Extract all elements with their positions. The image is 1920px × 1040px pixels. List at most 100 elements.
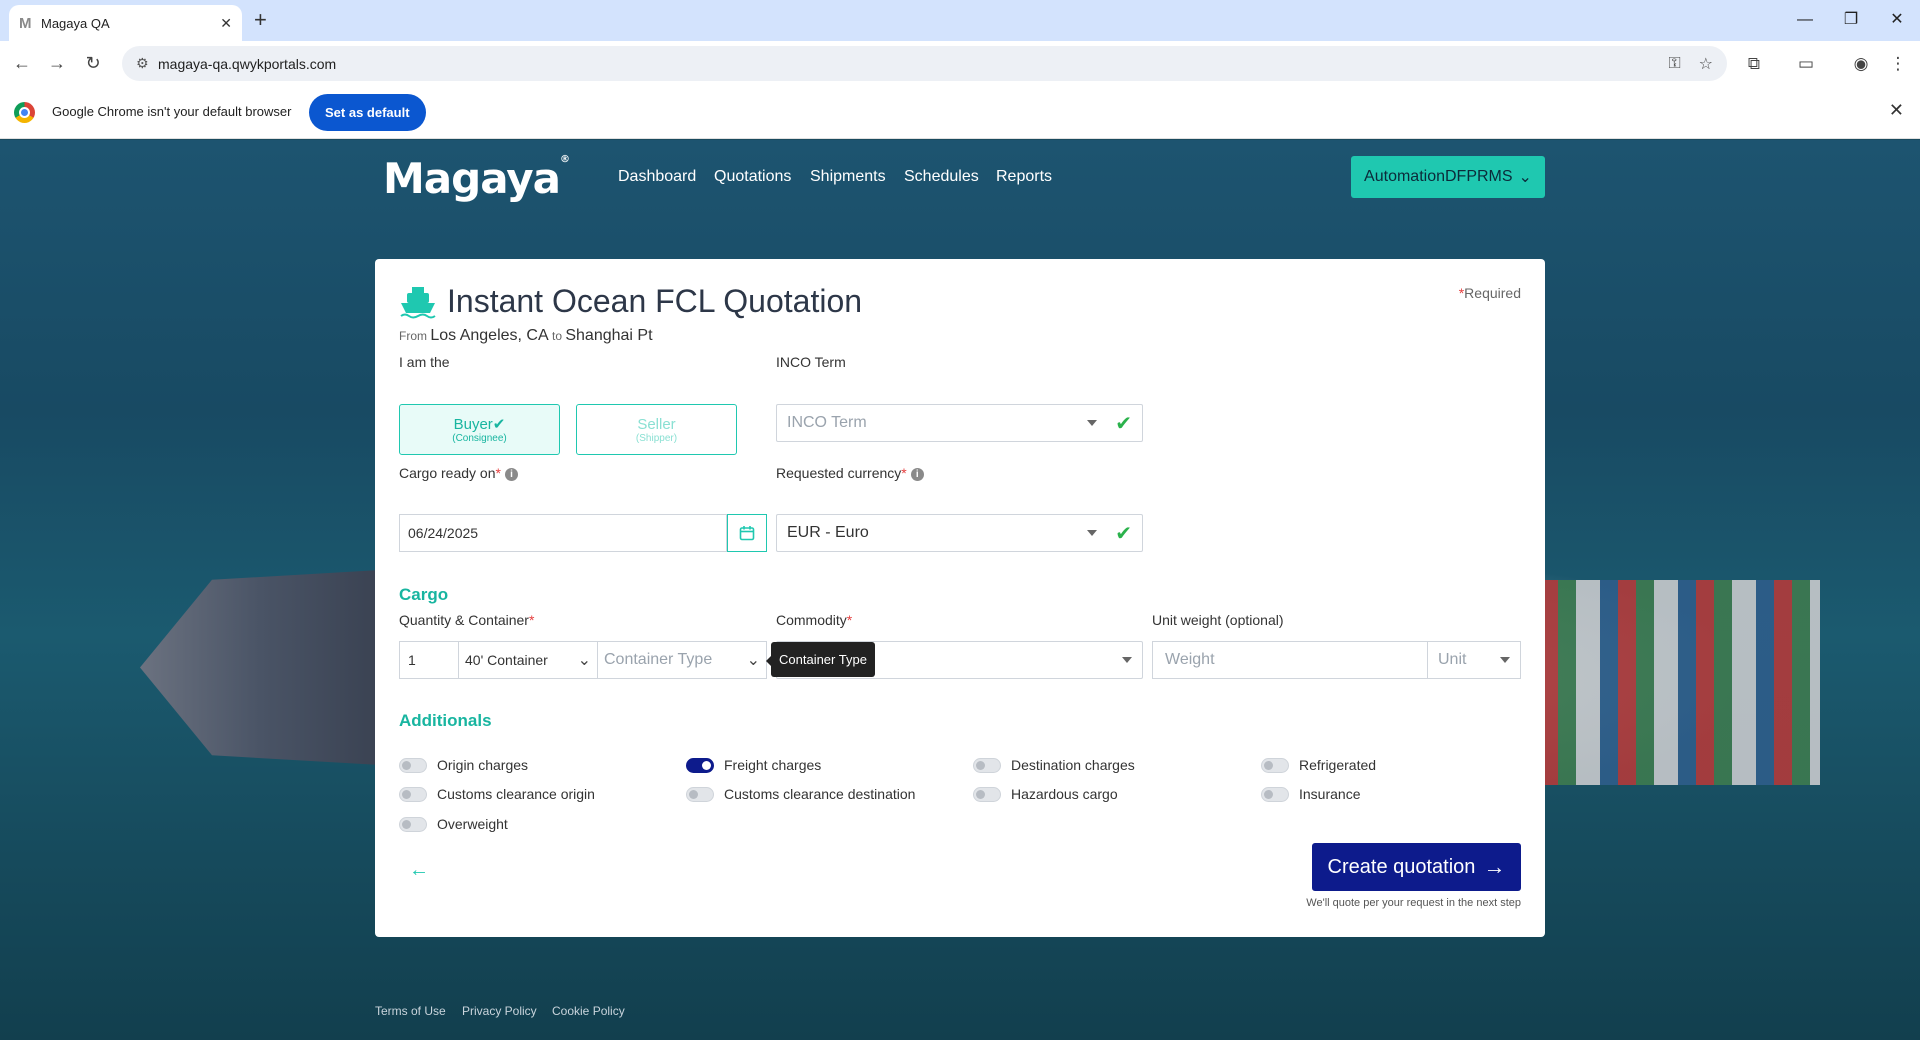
from-label: From xyxy=(399,329,427,343)
additional-option-label: Overweight xyxy=(437,816,508,832)
tab-title: Magaya QA xyxy=(41,15,110,31)
close-window-icon[interactable]: ✕ xyxy=(1882,6,1912,34)
arrow-right-icon: → xyxy=(1483,854,1506,879)
additional-option-label: Origin charges xyxy=(437,757,529,773)
account-dropdown-button[interactable]: AutomationDFPRMS ⌄ xyxy=(1351,156,1545,198)
toggle-switch[interactable] xyxy=(686,786,714,802)
origin-place: Los Angeles, CA xyxy=(430,327,549,344)
password-key-icon[interactable]: ⚿ xyxy=(1668,55,1680,73)
calendar-button[interactable] xyxy=(727,514,767,552)
footer-terms-link[interactable]: Terms of Use xyxy=(375,1004,446,1018)
unit-select[interactable]: Unit xyxy=(1427,641,1521,679)
check-icon: ✔ xyxy=(492,416,506,433)
minimize-icon[interactable]: — xyxy=(1790,6,1820,34)
toggle-switch[interactable] xyxy=(973,757,1001,773)
ship-bow-image xyxy=(140,570,380,765)
close-infobar-icon[interactable]: ✕ xyxy=(1889,100,1904,121)
site-settings-icon[interactable]: ⚙ xyxy=(136,55,158,72)
quantity-container-label: Quantity & Container* xyxy=(399,612,535,628)
create-quotation-button[interactable]: Create quotation → xyxy=(1312,843,1521,891)
forward-icon[interactable]: → xyxy=(43,49,71,77)
caret-down-icon xyxy=(1500,657,1510,663)
inco-term-select[interactable]: INCO Term ✔ xyxy=(776,404,1143,442)
buyer-button[interactable]: Buyer✔ (Consignee) xyxy=(399,404,560,455)
container-type-placeholder: Container Type xyxy=(604,651,713,668)
restore-icon[interactable]: ❐ xyxy=(1836,6,1866,34)
unit-weight-label: Unit weight (optional) xyxy=(1152,612,1284,628)
chevron-down-icon: ⌄ xyxy=(577,652,591,669)
seller-sublabel: (Shipper) xyxy=(635,432,678,444)
caret-down-icon xyxy=(1087,530,1098,536)
nav-quotations[interactable]: Quotations xyxy=(714,168,791,186)
toggle-switch[interactable] xyxy=(686,757,714,773)
toggle-switch[interactable] xyxy=(399,757,427,773)
quotation-card: Instant Ocean FCL Quotation From Los Ang… xyxy=(375,259,1545,937)
toggle-switch[interactable] xyxy=(973,786,1001,802)
browser-toolbar: ← → ↻ ⚙ magaya-qa.qwykportals.com ⚿ ☆ ⧉ … xyxy=(0,41,1920,86)
toggle-switch[interactable] xyxy=(399,816,427,832)
additional-option[interactable]: Hazardous cargo xyxy=(973,786,1118,802)
magaya-logo[interactable]: Magaya® xyxy=(383,154,570,203)
browser-tab[interactable]: M Magaya QA ✕ xyxy=(9,5,242,41)
additional-option-label: Customs clearance destination xyxy=(724,786,916,802)
additional-option[interactable]: Freight charges xyxy=(686,757,821,773)
url-text[interactable]: magaya-qa.qwykportals.com xyxy=(158,56,1650,72)
quantity-input[interactable]: 1 xyxy=(399,641,459,679)
tab-search-icon[interactable]: ▭ xyxy=(1792,50,1820,78)
nav-shipments[interactable]: Shipments xyxy=(810,168,886,186)
toggle-switch[interactable] xyxy=(1261,786,1289,802)
additional-option-label: Refrigerated xyxy=(1299,757,1377,773)
footer-cookie-link[interactable]: Cookie Policy xyxy=(552,1004,625,1018)
create-quotation-note: We'll quote per your request in the next… xyxy=(1306,897,1521,909)
address-bar[interactable]: ⚙ magaya-qa.qwykportals.com ⚿ ☆ xyxy=(122,46,1727,81)
set-as-default-button[interactable]: Set as default xyxy=(309,94,426,131)
currency-label: Requested currency* i xyxy=(776,465,924,481)
commodity-label: Commodity* xyxy=(776,612,853,628)
create-quotation-label: Create quotation xyxy=(1327,855,1476,878)
additional-option[interactable]: Origin charges xyxy=(399,757,528,773)
container-size-select[interactable]: 40' Container ⌄ xyxy=(458,641,598,679)
reload-icon[interactable]: ↻ xyxy=(79,49,107,77)
chevron-down-icon: ⌄ xyxy=(746,652,760,669)
additional-option[interactable]: Overweight xyxy=(399,816,508,832)
inco-label: INCO Term xyxy=(776,354,846,370)
toggle-switch[interactable] xyxy=(399,786,427,802)
additional-option[interactable]: Customs clearance destination xyxy=(686,786,915,802)
new-tab-button[interactable]: + xyxy=(254,8,267,32)
additional-option[interactable]: Customs clearance origin xyxy=(399,786,595,802)
nav-schedules[interactable]: Schedules xyxy=(904,168,979,186)
additional-option[interactable]: Refrigerated xyxy=(1261,757,1376,773)
close-tab-icon[interactable]: ✕ xyxy=(220,15,232,32)
ship-icon xyxy=(400,286,436,318)
additional-option-label: Freight charges xyxy=(724,757,822,773)
caret-down-icon xyxy=(1087,420,1098,426)
calendar-icon xyxy=(739,526,755,541)
currency-select[interactable]: EUR - Euro ✔ xyxy=(776,514,1143,552)
cargo-ready-label: Cargo ready on* i xyxy=(399,465,518,481)
nav-reports[interactable]: Reports xyxy=(996,168,1052,186)
inco-placeholder: INCO Term xyxy=(787,414,867,431)
additional-option[interactable]: Destination charges xyxy=(973,757,1135,773)
back-arrow-icon[interactable]: ← xyxy=(409,859,429,882)
ship-containers-image xyxy=(1540,580,1820,785)
footer-privacy-link[interactable]: Privacy Policy xyxy=(462,1004,537,1018)
toggle-switch[interactable] xyxy=(1261,757,1289,773)
info-icon[interactable]: i xyxy=(910,467,924,481)
container-type-select[interactable]: Container Type ⌄ xyxy=(597,641,767,679)
seller-label: Seller xyxy=(637,415,676,433)
bookmark-star-icon[interactable]: ☆ xyxy=(1699,54,1713,74)
caret-down-icon xyxy=(1122,657,1132,663)
cargo-ready-date-input[interactable]: 06/24/2025 xyxy=(399,514,727,552)
info-icon[interactable]: i xyxy=(504,467,518,481)
additional-option[interactable]: Insurance xyxy=(1261,786,1360,802)
title-row: Instant Ocean FCL Quotation xyxy=(399,283,862,320)
menu-kebab-icon[interactable]: ⋮ xyxy=(1884,50,1912,78)
back-icon[interactable]: ← xyxy=(8,49,36,77)
currency-value: EUR - Euro xyxy=(787,524,869,541)
seller-button[interactable]: Seller (Shipper) xyxy=(576,404,737,455)
additional-option-label: Destination charges xyxy=(1011,757,1135,773)
weight-input[interactable]: Weight xyxy=(1152,641,1428,679)
nav-dashboard[interactable]: Dashboard xyxy=(618,168,696,186)
extensions-icon[interactable]: ⧉ xyxy=(1740,50,1768,78)
profile-icon[interactable]: ◉ xyxy=(1847,50,1875,78)
